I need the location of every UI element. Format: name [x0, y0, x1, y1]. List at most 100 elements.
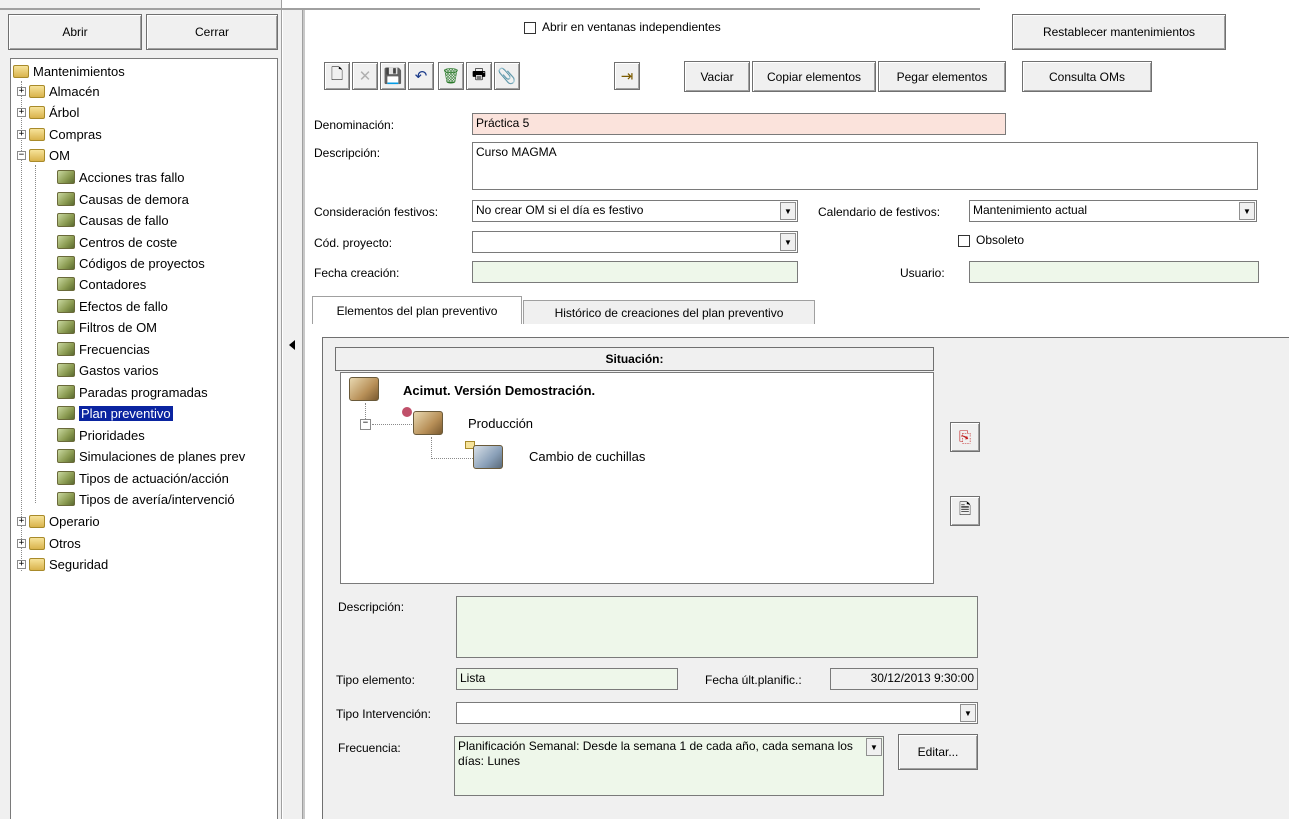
usuario-field[interactable] — [969, 261, 1259, 283]
query-oms-button[interactable]: Consulta OMs — [1022, 61, 1152, 92]
fecha-planific-label: Fecha últ.planific.: — [705, 673, 802, 687]
new-icon[interactable]: 🗋 — [324, 62, 350, 90]
expand-icon[interactable]: + — [17, 538, 26, 548]
tree-group-compras[interactable]: + Compras — [17, 124, 102, 144]
tree-item-acciones[interactable]: Acciones tras fallo — [57, 167, 185, 187]
tree-item-codigos[interactable]: Códigos de proyectos — [57, 253, 205, 273]
frecuencia-field[interactable]: Planificación Semanal: Desde la semana 1… — [454, 736, 884, 796]
tipo-elemento-field[interactable]: Lista — [456, 668, 678, 690]
attach-icon[interactable]: 📎 — [494, 62, 520, 90]
collapse-arrow-icon[interactable] — [289, 340, 295, 350]
tree-item-centros[interactable]: Centros de coste — [57, 232, 177, 252]
expand-icon[interactable]: + — [17, 516, 26, 526]
folder-icon — [29, 514, 45, 528]
tree-group-otros[interactable]: + Otros — [17, 533, 81, 553]
tipo-intervencion-select[interactable]: ▼ — [456, 702, 978, 724]
properties-icon[interactable]: 🗎 — [950, 496, 980, 526]
tree-item-simulaciones[interactable]: Simulaciones de planes prev — [57, 446, 245, 466]
usuario-label: Usuario: — [900, 266, 945, 280]
tree-item-frecuencias[interactable]: Frecuencias — [57, 339, 150, 359]
independent-windows-checkbox[interactable]: Abrir en ventanas independientes — [524, 20, 721, 34]
tree-group-arbol[interactable]: + Árbol — [17, 102, 79, 122]
tree-item-prioridades[interactable]: Prioridades — [57, 425, 145, 445]
exit-icon[interactable]: ⇥ — [614, 62, 640, 90]
production-icon — [413, 411, 443, 435]
delete-icon[interactable]: ✕ — [352, 62, 378, 90]
calendario-label: Calendario de festivos: — [818, 205, 941, 219]
maintenance-tree[interactable]: Mantenimientos + Almacén + Árbol + Compr… — [10, 58, 278, 819]
tree-group-operario[interactable]: + Operario — [17, 511, 100, 531]
collapse-icon[interactable]: − — [360, 419, 371, 430]
company-icon — [349, 377, 379, 401]
tree-item-contadores[interactable]: Contadores — [57, 274, 146, 294]
tree-group-om[interactable]: − OM — [17, 145, 70, 165]
tree-group-almacen[interactable]: + Almacén — [17, 81, 100, 101]
chevron-down-icon[interactable]: ▼ — [1239, 202, 1255, 220]
tipo-intervencion-label: Tipo Intervención: — [336, 707, 431, 721]
folder-icon — [29, 84, 45, 98]
situacion-root[interactable]: Acimut. Versión Demostración. — [403, 383, 595, 398]
tree-item-paradas[interactable]: Paradas programadas — [57, 382, 208, 402]
tree-item-causas-demora[interactable]: Causas de demora — [57, 189, 189, 209]
collapse-icon[interactable]: − — [17, 150, 26, 160]
proyecto-select[interactable]: ▼ — [472, 231, 798, 253]
tree-item-tipos-actuacion[interactable]: Tipos de actuación/acción — [57, 468, 229, 488]
trash-icon[interactable]: 🗑 — [438, 62, 464, 90]
wrench-icon — [57, 428, 75, 442]
top-border-line — [0, 8, 980, 10]
splitter[interactable] — [283, 10, 303, 819]
chevron-down-icon[interactable]: ▼ — [780, 233, 796, 251]
festivos-select[interactable]: No crear OM si el día es festivo ▼ — [472, 200, 798, 222]
save-icon[interactable]: 💾 — [380, 62, 406, 90]
tab-historico[interactable]: Histórico de creaciones del plan prevent… — [523, 300, 815, 324]
wrench-icon — [57, 213, 75, 227]
expand-icon[interactable]: + — [17, 86, 26, 96]
situacion-child[interactable]: Producción — [468, 416, 533, 431]
wrench-icon — [57, 320, 75, 334]
paste-elements-button[interactable]: Pegar elementos — [878, 61, 1006, 92]
open-button[interactable]: Abrir — [8, 14, 142, 50]
expand-icon[interactable]: + — [17, 129, 26, 139]
wrench-icon — [57, 235, 75, 249]
tree-item-gastos[interactable]: Gastos varios — [57, 360, 158, 380]
chevron-down-icon[interactable]: ▼ — [780, 202, 796, 220]
close-button[interactable]: Cerrar — [146, 14, 278, 50]
reset-button[interactable]: Restablecer mantenimientos — [1012, 14, 1226, 50]
chevron-down-icon[interactable]: ▼ — [960, 704, 976, 722]
edit-button[interactable]: Editar... — [898, 734, 978, 770]
expand-icon[interactable]: + — [17, 107, 26, 117]
vaciar-button[interactable]: Vaciar — [684, 61, 750, 92]
expand-icon[interactable]: + — [17, 559, 26, 569]
fecha-planific-field[interactable]: 30/12/2013 9:30:00 — [830, 668, 978, 690]
tree-root[interactable]: Mantenimientos — [13, 61, 125, 81]
situacion-tree[interactable]: Acimut. Versión Demostración. − Producci… — [340, 372, 934, 584]
detail-descripcion-field[interactable] — [456, 596, 978, 658]
fecha-creacion-field[interactable] — [472, 261, 798, 283]
situacion-grandchild[interactable]: Cambio de cuchillas — [529, 449, 645, 464]
checkbox-box[interactable] — [524, 21, 536, 34]
tab-elementos[interactable]: Elementos del plan preventivo — [312, 296, 522, 324]
print-icon[interactable]: 🖶 — [466, 62, 492, 90]
tree-item-causas-fallo[interactable]: Causas de fallo — [57, 210, 169, 230]
chevron-down-icon[interactable]: ▼ — [866, 738, 882, 756]
copy-elements-button[interactable]: Copiar elementos — [752, 61, 876, 92]
tree-item-efectos[interactable]: Efectos de fallo — [57, 296, 168, 316]
tool-icon — [473, 445, 503, 469]
checkbox-box[interactable] — [958, 234, 970, 247]
obsoleto-checkbox[interactable]: Obsoleto — [958, 233, 1024, 247]
tree-item-tipos-averia[interactable]: Tipos de avería/intervenció — [57, 489, 235, 509]
wrench-icon — [57, 256, 75, 270]
denominacion-field[interactable]: Práctica 5 — [472, 113, 1006, 135]
add-element-icon[interactable]: ⎘ — [950, 422, 980, 452]
folder-icon — [29, 536, 45, 550]
tree-item-filtros[interactable]: Filtros de OM — [57, 317, 157, 337]
tree-item-plan-preventivo[interactable]: Plan preventivo — [57, 403, 173, 423]
detail-descripcion-label: Descripción: — [338, 600, 405, 614]
calendario-select[interactable]: Mantenimiento actual ▼ — [969, 200, 1257, 222]
proyecto-label: Cód. proyecto: — [314, 236, 393, 250]
folder-icon — [29, 148, 45, 162]
descripcion-field[interactable]: Curso MAGMA — [472, 142, 1258, 190]
undo-icon[interactable]: ↶ — [408, 62, 434, 90]
wrench-icon — [57, 449, 75, 463]
tree-group-seguridad[interactable]: + Seguridad — [17, 554, 108, 574]
